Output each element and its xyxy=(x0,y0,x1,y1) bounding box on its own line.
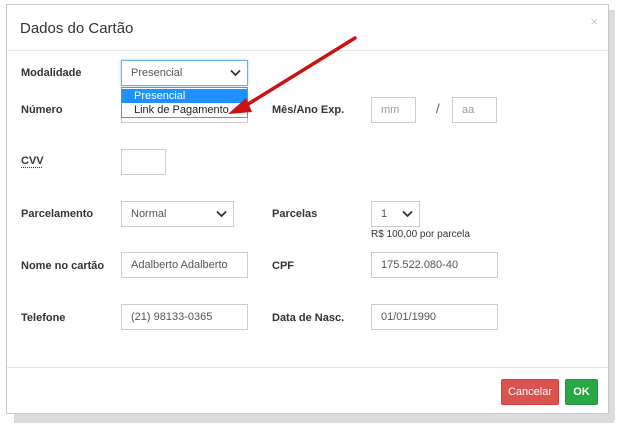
cvv-label: CVV xyxy=(21,155,44,167)
parcelamento-select[interactable]: Normal xyxy=(121,201,234,227)
option-link-de-pagamento[interactable]: Link de Pagamento xyxy=(122,103,247,117)
option-presencial[interactable]: Presencial xyxy=(122,89,247,103)
modal-title: Dados do Cartão xyxy=(20,20,134,37)
modalidade-value: Presencial xyxy=(131,67,183,79)
ok-button[interactable]: OK xyxy=(565,379,598,405)
modal-header: Dados do Cartão × xyxy=(7,5,608,51)
window-shadow-right xyxy=(608,10,615,420)
birthdate-label: Data de Nasc. xyxy=(272,312,345,324)
chevron-down-icon xyxy=(402,210,413,218)
cancel-button[interactable]: Cancelar xyxy=(501,379,559,405)
expiry-separator: / xyxy=(436,101,440,116)
parcelamento-label: Parcelamento xyxy=(21,208,94,220)
telefone-label: Telefone xyxy=(21,312,66,324)
chevron-down-icon xyxy=(230,69,241,77)
expiry-month-input[interactable]: mm xyxy=(371,97,416,123)
nome-label: Nome no cartão xyxy=(21,260,105,272)
parcelamento-value: Normal xyxy=(131,208,167,220)
parcelas-select[interactable]: 1 xyxy=(371,201,420,227)
parcelas-label: Parcelas xyxy=(272,208,318,220)
cpf-input[interactable]: 175.522.080-40 xyxy=(371,252,498,278)
birthdate-input[interactable]: 01/01/1990 xyxy=(371,304,498,330)
chevron-down-icon xyxy=(216,210,227,218)
window-shadow-bottom xyxy=(14,414,614,423)
modalidade-select[interactable]: Presencial xyxy=(121,60,248,86)
cvv-input[interactable] xyxy=(121,149,166,175)
modalidade-dropdown-list: Presencial Link de Pagamento xyxy=(121,87,248,118)
cpf-label: CPF xyxy=(272,260,294,272)
expiry-label: Mês/Ano Exp. xyxy=(272,104,345,116)
numero-label: Número xyxy=(21,104,63,116)
close-icon[interactable]: × xyxy=(590,15,598,28)
expiry-year-input[interactable]: aa xyxy=(452,97,497,123)
phone-input[interactable]: (21) 98133-0365 xyxy=(121,304,248,330)
parcelas-value: 1 xyxy=(381,208,388,220)
modalidade-label: Modalidade xyxy=(21,67,82,79)
parcelas-hint: R$ 100,00 por parcela xyxy=(371,229,470,240)
cardholder-name-input[interactable]: Adalberto Adalberto xyxy=(121,252,248,278)
